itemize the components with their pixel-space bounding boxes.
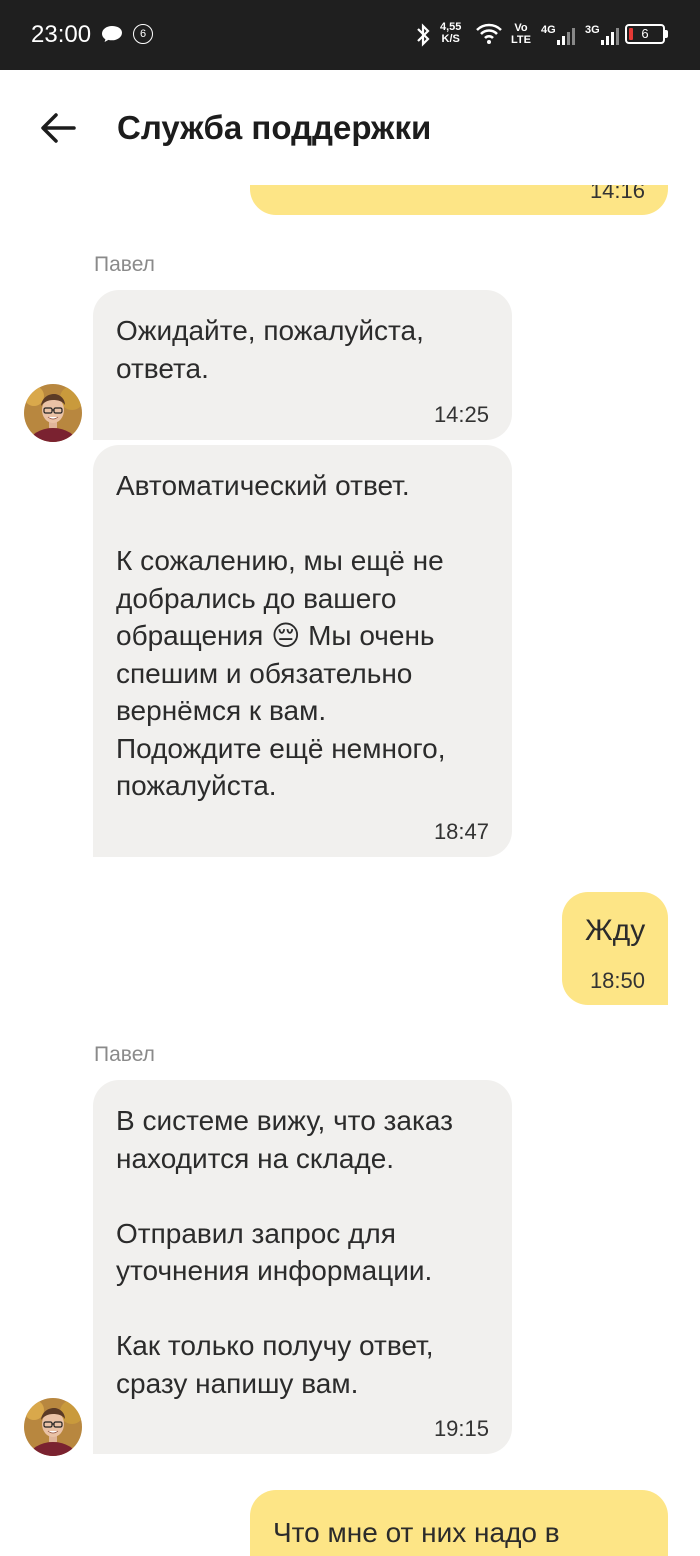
message-text-part: Автоматический ответ.	[116, 470, 410, 501]
network-speed-indicator: 4,55 K/S	[440, 21, 461, 45]
volte-bottom-label: LTE	[511, 34, 531, 46]
message-text: Автоматический ответ. К сожалению, мы ещ…	[116, 467, 489, 805]
signal-strength-icon-2	[600, 26, 620, 51]
message-text: Жду	[585, 914, 646, 947]
agent-avatar-image	[24, 384, 82, 442]
arrow-left-icon	[41, 113, 76, 143]
message-text: Что мне от них надо в	[273, 1517, 560, 1548]
incoming-message[interactable]: Ожидайте, пожалуйста, ответа. 14:25	[93, 290, 512, 440]
message-text: Ожидайте, пожалуйста, ответа.	[116, 315, 424, 384]
status-bar: 23:00 6 4,55 K/S Vo LTE 4G 3G 6	[0, 0, 700, 70]
volte-indicator: Vo LTE	[511, 22, 531, 46]
avatar[interactable]	[24, 1398, 82, 1456]
app-header: Служба поддержки	[0, 70, 700, 185]
battery-level: 6	[641, 26, 649, 41]
incoming-message[interactable]: В системе вижу, что заказ находится на с…	[93, 1080, 512, 1454]
message-time: 14:16	[589, 185, 645, 203]
message-text: В системе вижу, что заказ находится на с…	[116, 1105, 453, 1399]
bluetooth-icon	[414, 23, 432, 52]
back-button[interactable]	[38, 110, 78, 146]
notification-count-badge: 6	[133, 24, 153, 44]
signal-strength-icon-1	[556, 26, 576, 51]
network-speed-unit: K/S	[441, 33, 460, 45]
network-type-4g: 4G	[541, 24, 556, 36]
chat-messages[interactable]: 14:16 Павел Ожидайте, пожалуйста, ответа…	[0, 185, 700, 1556]
network-type-3g: 3G	[585, 24, 600, 36]
avatar[interactable]	[24, 384, 82, 442]
outgoing-message[interactable]: 14:16	[250, 185, 668, 215]
outgoing-message[interactable]: Что мне от них надо в	[250, 1490, 668, 1556]
status-time: 23:00	[31, 21, 92, 48]
message-time: 14:25	[433, 402, 489, 427]
sad-face-emoji: 😔	[271, 619, 301, 652]
network-speed-value: 4,55	[440, 21, 462, 33]
message-time: 18:47	[433, 819, 489, 844]
message-time: 19:15	[433, 1416, 489, 1441]
volte-top-label: Vo	[514, 22, 528, 34]
sender-name: Павел	[94, 1043, 155, 1066]
incoming-message[interactable]: Автоматический ответ. К сожалению, мы ещ…	[93, 445, 512, 857]
sender-name: Павел	[94, 253, 155, 276]
battery-icon: 6	[625, 24, 665, 44]
agent-avatar-image	[24, 1398, 82, 1456]
message-notification-icon	[101, 25, 123, 48]
outgoing-message[interactable]: Жду 18:50	[562, 892, 668, 1005]
battery-tip	[665, 30, 668, 38]
message-time: 18:50	[589, 968, 645, 993]
page-title: Служба поддержки	[117, 109, 432, 146]
wifi-icon	[476, 23, 502, 50]
